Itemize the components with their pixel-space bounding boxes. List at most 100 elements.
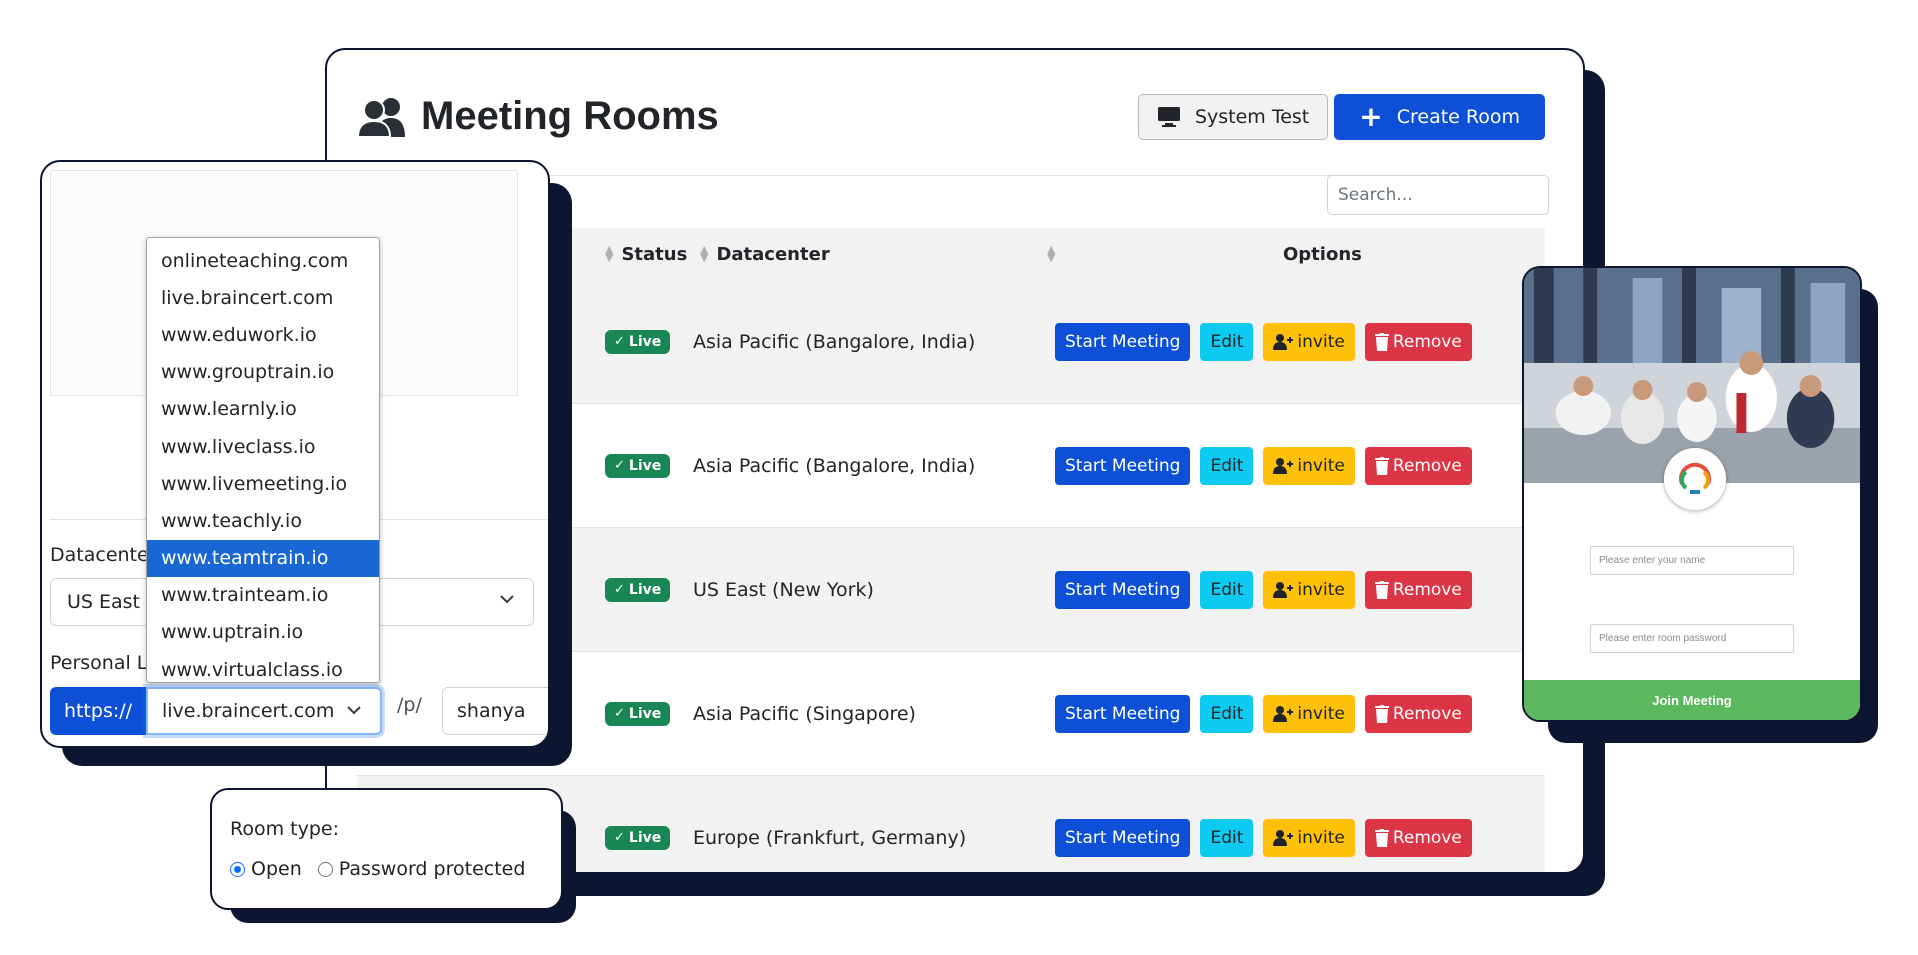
domain-dropdown: onlineteaching.com live.braincert.com ww… <box>146 237 380 683</box>
invite-button[interactable]: invite <box>1263 322 1355 361</box>
domain-select[interactable]: live.braincert.com <box>146 687 382 735</box>
trash-icon <box>1374 456 1389 475</box>
datacenter-cell: Asia Pacific (Bangalore, India) <box>693 330 976 353</box>
user-plus-icon <box>1273 457 1294 474</box>
stage: Meeting Rooms System Test + Create Room <box>0 0 1918 955</box>
invite-button[interactable]: invite <box>1263 818 1355 857</box>
start-meeting-button[interactable]: Start Meeting <box>1055 570 1191 609</box>
sort-icon: ▲ ▼ <box>605 243 614 264</box>
domain-option[interactable]: www.virtualclass.io <box>147 651 379 688</box>
brand-logo <box>1664 448 1726 510</box>
handle-input[interactable]: shanya <box>442 687 548 735</box>
domain-option[interactable]: www.uptrain.io <box>147 614 379 651</box>
remove-label: Remove <box>1392 827 1462 848</box>
datacenter-label: Datacenter <box>50 544 157 566</box>
domain-option[interactable]: www.grouptrain.io <box>147 354 379 391</box>
column-datacenter-label: Datacenter <box>716 243 830 265</box>
edit-button[interactable]: Edit <box>1200 570 1254 609</box>
room-type-password[interactable]: Password protected <box>317 858 526 880</box>
create-room-label: Create Room <box>1396 105 1520 128</box>
status-badge: ✓ Live <box>605 453 671 478</box>
room-type-options: Open Password protected <box>230 858 541 880</box>
edit-button[interactable]: Edit <box>1200 818 1254 857</box>
status-badge: ✓ Live <box>605 329 671 354</box>
start-meeting-button[interactable]: Start Meeting <box>1055 322 1191 361</box>
domain-option[interactable]: www.liveclass.io <box>147 428 379 465</box>
trash-icon <box>1374 704 1389 723</box>
status-badge-label: Live <box>628 705 662 722</box>
user-plus-icon <box>1273 829 1294 846</box>
column-options-sort[interactable]: ▲ ▼ <box>1047 245 1063 263</box>
name-input[interactable] <box>1590 546 1794 575</box>
trash-icon <box>1374 580 1389 599</box>
status-badge-label: Live <box>628 581 662 598</box>
remove-button[interactable]: Remove <box>1364 694 1472 733</box>
trash-icon <box>1374 332 1389 351</box>
start-meeting-button[interactable]: Start Meeting <box>1055 694 1191 733</box>
check-icon: ✓ <box>614 830 625 845</box>
room-type-label: Room type: <box>230 818 339 840</box>
plus-icon: + <box>1359 99 1383 133</box>
domain-option-highlighted[interactable]: www.teamtrain.io <box>147 539 379 577</box>
start-meeting-button[interactable]: Start Meeting <box>1055 818 1191 857</box>
edit-button[interactable]: Edit <box>1200 694 1254 733</box>
status-badge: ✓ Live <box>605 825 671 850</box>
check-icon: ✓ <box>614 458 625 473</box>
remove-label: Remove <box>1392 703 1462 724</box>
invite-button[interactable]: invite <box>1263 446 1355 485</box>
remove-button[interactable]: Remove <box>1364 322 1472 361</box>
remove-button[interactable]: Remove <box>1364 570 1472 609</box>
invite-button[interactable]: invite <box>1263 570 1355 609</box>
column-status-label: Status <box>621 243 688 265</box>
domain-option[interactable]: www.eduwork.io <box>147 316 379 353</box>
domain-option[interactable]: www.teachly.io <box>147 502 379 539</box>
remove-label: Remove <box>1392 331 1462 352</box>
room-type-password-label: Password protected <box>338 858 526 880</box>
domain-select-value: live.braincert.com <box>162 700 335 722</box>
page-title: Meeting Rooms <box>357 94 719 139</box>
edit-button[interactable]: Edit <box>1200 322 1254 361</box>
room-password-input[interactable] <box>1590 624 1794 653</box>
radio-open[interactable] <box>230 861 245 877</box>
invite-label: invite <box>1297 331 1345 352</box>
user-plus-icon <box>1273 333 1294 350</box>
sort-icon: ▲ ▼ <box>700 243 709 264</box>
column-status[interactable]: ▲ ▼ Status <box>605 244 687 265</box>
invite-label: invite <box>1297 703 1345 724</box>
room-type-card: Room type: Open Password protected <box>210 788 563 910</box>
remove-button[interactable]: Remove <box>1364 446 1472 485</box>
page-title-text: Meeting Rooms <box>421 94 719 138</box>
invite-label: invite <box>1297 579 1345 600</box>
domain-option[interactable]: onlineteaching.com <box>147 242 379 279</box>
domain-option[interactable]: www.learnly.io <box>147 391 379 428</box>
domain-option[interactable]: live.braincert.com <box>147 279 379 316</box>
chevron-down-icon <box>500 595 514 604</box>
domain-option[interactable]: www.trainteam.io <box>147 577 379 614</box>
row-options: Start Meeting Edit invite Remove <box>1055 446 1472 485</box>
protocol-addon: https:// <box>50 687 146 735</box>
row-options: Start Meeting Edit invite Remove <box>1055 322 1472 361</box>
datacenter-cell: US East (New York) <box>693 578 874 601</box>
column-datacenter[interactable]: ▲ ▼ Datacenter <box>700 244 830 265</box>
row-options: Start Meeting Edit invite Remove <box>1055 818 1472 857</box>
row-options: Start Meeting Edit invite Remove <box>1055 694 1472 733</box>
join-meeting-button[interactable]: Join Meeting <box>1524 680 1860 720</box>
room-type-open[interactable]: Open <box>230 858 302 880</box>
remove-button[interactable]: Remove <box>1364 818 1472 857</box>
column-options: Options <box>1283 244 1362 265</box>
search-input[interactable] <box>1327 175 1549 215</box>
invite-button[interactable]: invite <box>1263 694 1355 733</box>
chevron-down-icon <box>347 706 361 715</box>
column-options-label: Options <box>1283 243 1362 265</box>
datacenter-cell: Asia Pacific (Bangalore, India) <box>693 454 976 477</box>
domain-option[interactable]: www.livemeeting.io <box>147 465 379 502</box>
personal-link-label: Personal Li <box>50 652 153 674</box>
datacenter-select-value: US East ( <box>67 591 154 613</box>
system-test-button[interactable]: System Test <box>1137 93 1329 140</box>
status-badge-label: Live <box>628 333 662 350</box>
create-room-button[interactable]: + Create Room <box>1334 93 1545 140</box>
room-type-open-label: Open <box>251 858 302 880</box>
edit-button[interactable]: Edit <box>1200 446 1254 485</box>
radio-password[interactable] <box>317 861 333 877</box>
start-meeting-button[interactable]: Start Meeting <box>1055 446 1191 485</box>
